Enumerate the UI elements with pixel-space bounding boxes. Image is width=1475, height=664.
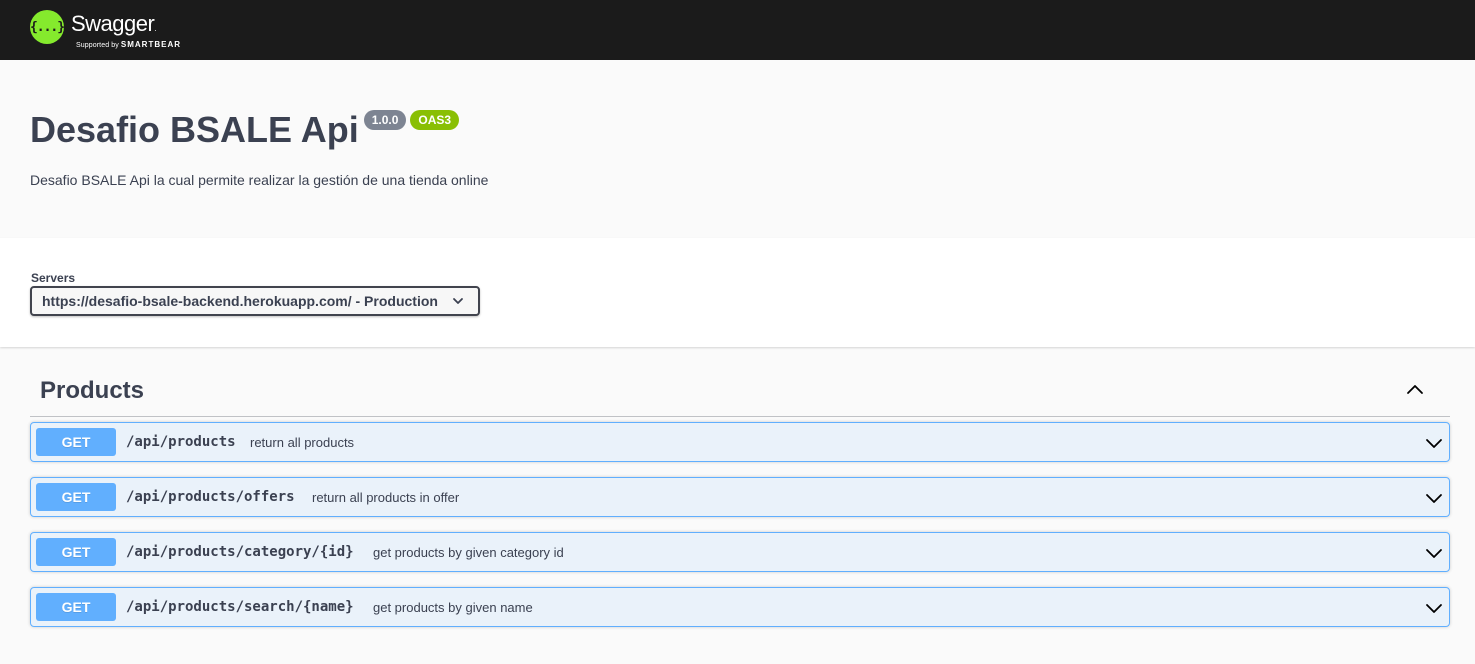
operation-get-products-offers[interactable]: GET /api/products/offers return all prod…	[30, 477, 1450, 517]
chevron-down-icon[interactable]	[1425, 489, 1443, 507]
chevron-down-icon[interactable]	[1425, 434, 1443, 452]
tag-products-header[interactable]: Products	[30, 366, 1450, 417]
chevron-down-icon[interactable]	[1425, 544, 1443, 562]
logo-text: Swagger. Supported by SMARTBEAR	[71, 10, 191, 50]
swagger-logo[interactable]: {...} Swagger. Supported by SMARTBEAR	[30, 10, 191, 50]
logo-name-dot: .	[154, 24, 157, 33]
servers-select[interactable]: https://desafio-bsale-backend.herokuapp.…	[30, 286, 480, 316]
operation-get-products-category[interactable]: GET /api/products/category/{id} get prod…	[30, 532, 1450, 572]
tag-title: Products	[40, 377, 145, 404]
api-info: Desafio BSALE Api 1.0.0 OAS3 Desafio BSA…	[0, 60, 1475, 238]
operation-path: /api/products	[126, 434, 236, 450]
method-badge: GET	[36, 538, 116, 566]
oas-badge: OAS3	[410, 110, 460, 130]
method-badge: GET	[36, 593, 116, 621]
operation-summary: get products by given name	[373, 600, 533, 615]
method-badge: GET	[36, 483, 116, 511]
logo-sub-brand: SMARTBEAR	[120, 40, 181, 49]
logo-supported-by: Supported by SMARTBEAR	[76, 40, 181, 49]
operation-summary: return all products in offer	[312, 490, 460, 505]
servers-section: Servers https://desafio-bsale-backend.he…	[0, 238, 1475, 347]
logo-name-text: Swagger	[71, 11, 155, 36]
swagger-logo-icon: {...}	[29, 10, 65, 44]
topbar: {...} Swagger. Supported by SMARTBEAR	[0, 0, 1475, 60]
chevron-down-icon	[453, 298, 463, 304]
operation-summary: get products by given category id	[373, 545, 564, 560]
servers-selected-value: https://desafio-bsale-backend.herokuapp.…	[42, 293, 438, 309]
page-title: Desafio BSALE Api	[30, 109, 359, 150]
operation-path: /api/products/search/{name}	[126, 599, 354, 615]
operation-path: /api/products/offers	[126, 489, 295, 505]
api-description: Desafio BSALE Api la cual permite realiz…	[30, 172, 489, 188]
logo-glyph: {...}	[29, 19, 65, 35]
method-badge: GET	[36, 428, 116, 456]
version-badge: 1.0.0	[363, 110, 407, 130]
logo-name: Swagger.	[71, 11, 157, 37]
operation-get-products[interactable]: GET /api/products return all products	[30, 422, 1450, 462]
logo-sub-prefix: Supported by	[76, 42, 121, 49]
servers-label: Servers	[31, 271, 76, 285]
operation-path: /api/products/category/{id}	[126, 544, 354, 560]
operation-summary: return all products	[250, 435, 355, 450]
operation-get-products-search[interactable]: GET /api/products/search/{name} get prod…	[30, 587, 1450, 627]
chevron-up-icon[interactable]	[1406, 381, 1424, 399]
chevron-down-icon[interactable]	[1425, 599, 1443, 617]
title-row: Desafio BSALE Api 1.0.0 OAS3	[30, 108, 460, 152]
